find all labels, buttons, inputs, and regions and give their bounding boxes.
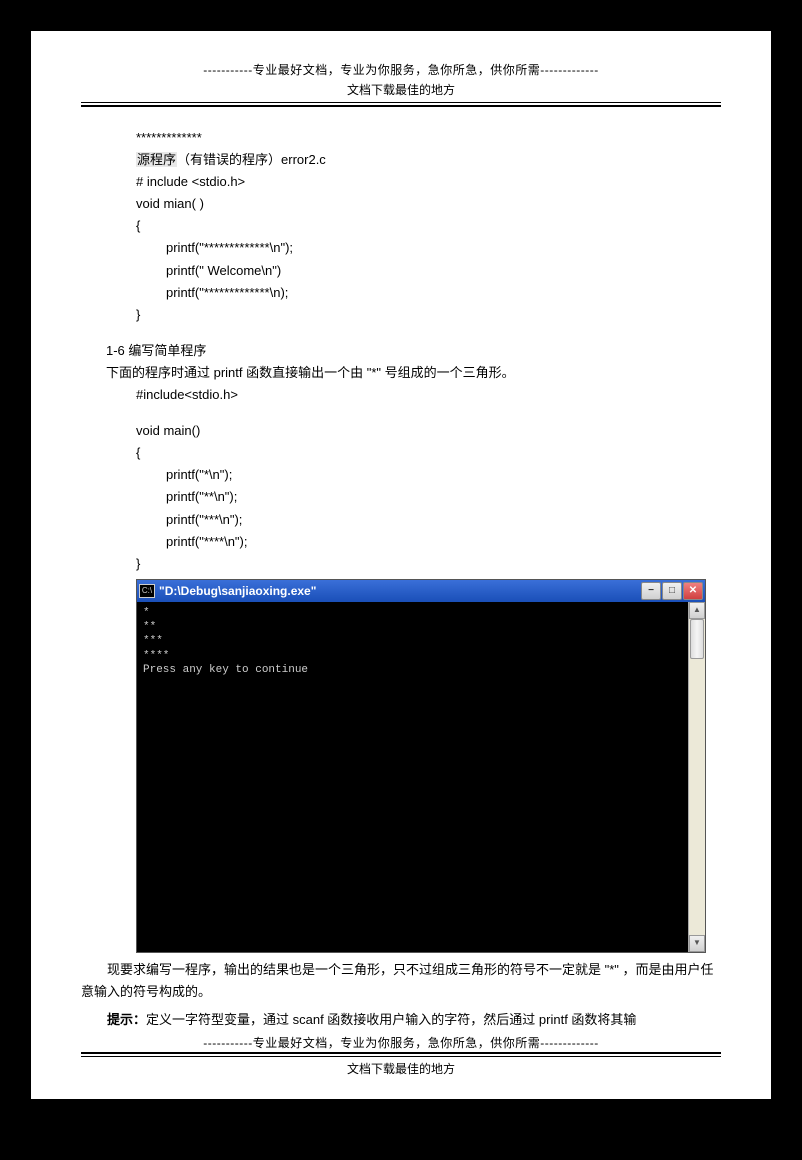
maximize-button[interactable]: □ [662, 582, 682, 600]
document-page: -----------专业最好文档，专业为你服务，急你所急，供你所需------… [30, 30, 772, 1100]
spacer [81, 326, 721, 340]
window-title: "D:\Debug\sanjiaoxing.exe" [159, 581, 641, 601]
spacer [81, 406, 721, 420]
header-subtitle: 文档下载最佳的地方 [81, 81, 721, 100]
window-titlebar[interactable]: C:\ "D:\Debug\sanjiaoxing.exe" − □ ✕ [137, 580, 705, 602]
code-line: printf("*************\n"); [166, 237, 721, 259]
code-line: printf(" Welcome\n") [166, 260, 721, 282]
code-line: printf("***\n"); [166, 509, 721, 531]
hint-label: 提示： [107, 1012, 146, 1027]
section-number: 1-6 编写简单程序 [106, 340, 721, 362]
code-label-line: 源程序（有错误的程序）error2.c [136, 149, 721, 171]
header-banner: -----------专业最好文档，专业为你服务，急你所急，供你所需------… [81, 61, 721, 78]
code-line: printf("*************\n); [166, 282, 721, 304]
code-line: # include <stdio.h> [136, 171, 721, 193]
divider-line-thick [81, 1052, 721, 1054]
paragraph-requirement: 现要求编写一程序，输出的结果也是一个三角形，只不过组成三角形的符号不一定就是 "… [81, 959, 721, 1003]
page-footer: -----------专业最好文档，专业为你服务，急你所急，供你所需------… [81, 1034, 721, 1079]
scroll-thumb[interactable] [690, 619, 704, 659]
divider-line [81, 102, 721, 103]
code-line: printf("**\n"); [166, 486, 721, 508]
divider-line-thick [81, 105, 721, 107]
minimize-button[interactable]: − [641, 582, 661, 600]
code-line: void mian( ) [136, 193, 721, 215]
window-buttons: − □ ✕ [641, 582, 703, 600]
code-stars: ************* [136, 127, 721, 149]
para-text: 现要求编写一程序，输出的结果也是一个三角形，只不过组成三角形的符号不一定就是 "… [81, 962, 714, 999]
code-line: printf("****\n"); [166, 531, 721, 553]
vertical-scrollbar[interactable]: ▲ ▼ [688, 602, 705, 952]
hint-text: 定义一字符型变量，通过 scanf 函数接收用户输入的字符，然后通过 print… [146, 1012, 636, 1027]
console-body: * ** *** **** Press any key to continue … [137, 602, 705, 952]
scroll-down-arrow[interactable]: ▼ [689, 935, 705, 952]
section-description: 下面的程序时通过 printf 函数直接输出一个由 "*" 号组成的一个三角形。 [106, 362, 721, 384]
label-rest: （有错误的程序）error2.c [177, 152, 326, 167]
code-line: #include<stdio.h> [136, 384, 721, 406]
main-content: ************* 源程序（有错误的程序）error2.c # incl… [81, 127, 721, 1031]
console-output: * ** *** **** Press any key to continue [137, 602, 688, 952]
code-line: } [136, 304, 721, 326]
footer-banner: -----------专业最好文档，专业为你服务，急你所急，供你所需------… [81, 1034, 721, 1051]
code-line: { [136, 215, 721, 237]
cmd-icon: C:\ [139, 584, 155, 598]
highlighted-label: 源程序 [136, 152, 177, 167]
code-line: } [136, 553, 721, 575]
close-button[interactable]: ✕ [683, 582, 703, 600]
divider-line [81, 1056, 721, 1057]
code-line: printf("*\n"); [166, 464, 721, 486]
footer-subtitle: 文档下载最佳的地方 [81, 1060, 721, 1079]
code-line: { [136, 442, 721, 464]
scroll-up-arrow[interactable]: ▲ [689, 602, 705, 619]
paragraph-hint: 提示：定义一字符型变量，通过 scanf 函数接收用户输入的字符，然后通过 pr… [81, 1009, 721, 1031]
command-window: C:\ "D:\Debug\sanjiaoxing.exe" − □ ✕ * *… [136, 579, 706, 953]
code-line: void main() [136, 420, 721, 442]
